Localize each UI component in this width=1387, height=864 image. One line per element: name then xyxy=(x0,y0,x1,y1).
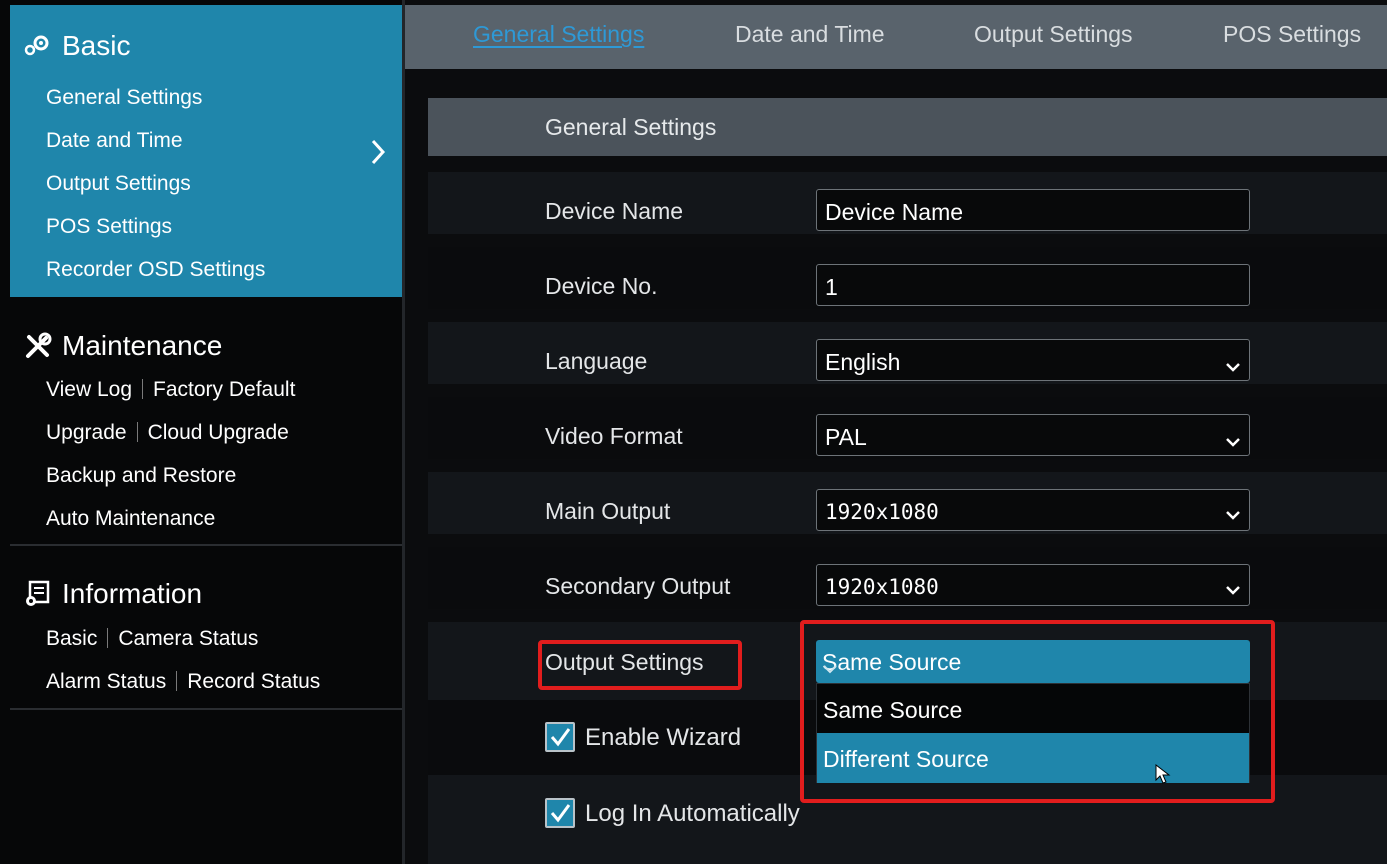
sidebar-divider xyxy=(10,708,402,710)
sidebar-item-cloud-upgrade[interactable]: Cloud Upgrade xyxy=(148,421,289,444)
sidebar-item-alarm-status[interactable]: Alarm Status xyxy=(46,670,166,693)
tab-pos-settings[interactable]: POS Settings xyxy=(1223,21,1361,48)
sidebar-row-status-1: Basic Camera Status xyxy=(46,627,258,651)
tab-bar: General Settings Date and Time Output Se… xyxy=(405,5,1387,69)
tab-output-settings[interactable]: Output Settings xyxy=(974,21,1133,48)
secondary-output-select[interactable]: 1920x1080 xyxy=(816,564,1250,606)
enable-wizard-label: Enable Wizard xyxy=(585,724,742,751)
sidebar-item-auto-maintenance[interactable]: Auto Maintenance xyxy=(46,507,215,531)
tab-date-and-time[interactable]: Date and Time xyxy=(735,21,885,48)
device-no-input[interactable]: 1 xyxy=(816,264,1250,306)
mouse-pointer-icon xyxy=(1155,763,1171,789)
panel-header: General Settings xyxy=(428,98,1387,156)
secondary-output-value: 1920x1080 xyxy=(825,575,939,599)
sidebar: Basic General Settings Date and Time Out… xyxy=(0,0,402,864)
sidebar-basic-title: Basic xyxy=(62,30,131,61)
device-no-label: Device No. xyxy=(545,273,658,299)
sidebar-information-title: Information xyxy=(62,578,203,609)
sidebar-item-general-settings[interactable]: General Settings xyxy=(46,86,202,110)
sidebar-item-date-and-time[interactable]: Date and Time xyxy=(46,129,183,153)
sidebar-information-header[interactable]: Information xyxy=(24,578,202,610)
gears-icon xyxy=(24,32,52,60)
language-select[interactable]: English xyxy=(816,339,1250,381)
sidebar-item-factory-default[interactable]: Factory Default xyxy=(153,378,295,401)
device-name-value: Device Name xyxy=(825,199,964,225)
log-in-automatically-checkbox[interactable] xyxy=(545,798,575,828)
language-label: Language xyxy=(545,348,648,374)
checkmark-icon xyxy=(550,728,571,747)
sidebar-maintenance-title: Maintenance xyxy=(62,330,223,361)
main-output-value: 1920x1080 xyxy=(825,500,939,524)
chevron-down-icon xyxy=(1225,427,1241,454)
device-name-input[interactable]: Device Name xyxy=(816,189,1250,231)
sidebar-row-log: View Log Factory Default xyxy=(46,378,295,402)
separator xyxy=(136,422,138,442)
sidebar-item-backup-and-restore[interactable]: Backup and Restore xyxy=(46,464,236,488)
sidebar-item-basic-info[interactable]: Basic xyxy=(46,627,97,650)
sidebar-divider xyxy=(10,544,402,546)
separator xyxy=(142,379,144,399)
pane-divider xyxy=(402,0,405,864)
tools-icon xyxy=(24,332,52,360)
sidebar-item-record-status[interactable]: Record Status xyxy=(187,670,320,693)
chevron-down-icon xyxy=(1225,502,1241,526)
sidebar-item-recorder-osd-settings[interactable]: Recorder OSD Settings xyxy=(46,258,265,282)
language-value: English xyxy=(825,349,901,375)
device-name-label: Device Name xyxy=(545,198,684,224)
video-format-value: PAL xyxy=(825,424,867,450)
panel-title: General Settings xyxy=(545,114,717,140)
tab-general-settings[interactable]: General Settings xyxy=(473,21,644,48)
device-no-value: 1 xyxy=(825,274,838,300)
info-gear-icon xyxy=(24,580,52,608)
highlight-box-label xyxy=(538,640,742,690)
sidebar-item-camera-status[interactable]: Camera Status xyxy=(118,627,258,650)
sidebar-item-output-settings[interactable]: Output Settings xyxy=(46,172,191,196)
separator xyxy=(176,671,178,691)
sidebar-item-view-log[interactable]: View Log xyxy=(46,378,132,401)
sidebar-maintenance-header[interactable]: Maintenance xyxy=(24,330,222,362)
chevron-down-icon xyxy=(1225,352,1241,379)
chevron-down-icon xyxy=(1225,577,1241,601)
main-output-select[interactable]: 1920x1080 xyxy=(816,489,1250,531)
log-in-automatically-label: Log In Automatically xyxy=(585,800,800,827)
separator xyxy=(107,628,109,648)
sidebar-item-upgrade[interactable]: Upgrade xyxy=(46,421,127,444)
highlight-box-dropdown xyxy=(800,620,1275,803)
sidebar-basic-header[interactable]: Basic xyxy=(24,30,130,62)
sidebar-item-pos-settings[interactable]: POS Settings xyxy=(46,215,172,239)
sidebar-row-status-2: Alarm Status Record Status xyxy=(46,670,320,694)
enable-wizard-checkbox[interactable] xyxy=(545,722,575,752)
video-format-label: Video Format xyxy=(545,423,683,449)
secondary-output-label: Secondary Output xyxy=(545,573,731,599)
main-output-label: Main Output xyxy=(545,498,671,524)
video-format-select[interactable]: PAL xyxy=(816,414,1250,456)
collapse-chevron-icon[interactable] xyxy=(370,138,386,171)
sidebar-row-upgrade: Upgrade Cloud Upgrade xyxy=(46,421,289,445)
checkmark-icon xyxy=(550,804,571,823)
